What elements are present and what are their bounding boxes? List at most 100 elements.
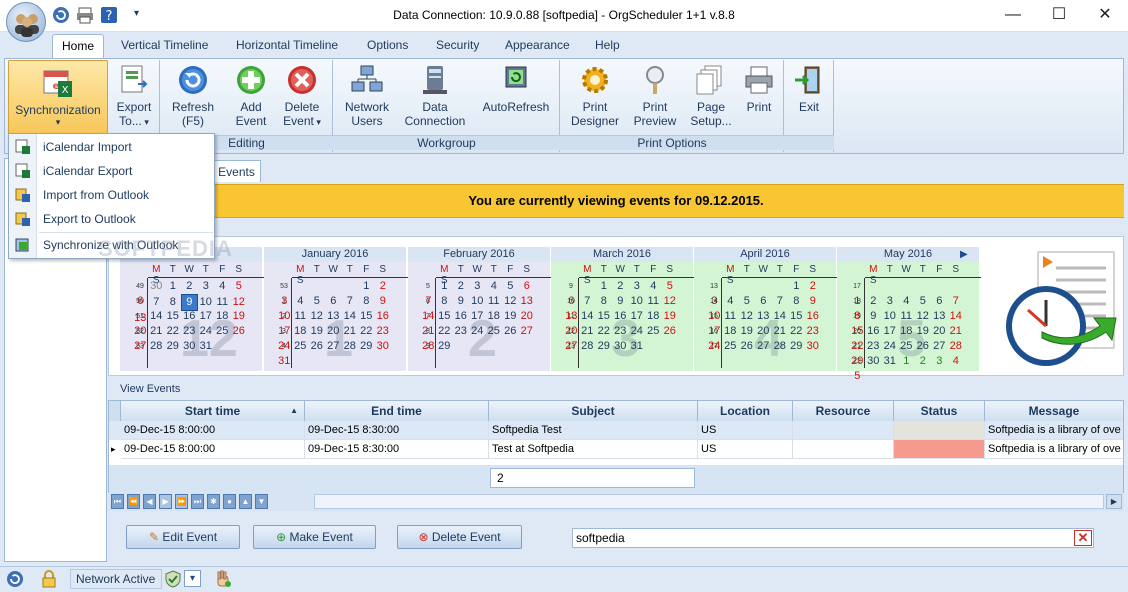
day-cell[interactable]: 18 xyxy=(486,309,503,324)
day-cell[interactable]: 25 xyxy=(292,339,309,354)
day-cell[interactable]: 16 xyxy=(453,309,470,324)
day-cell[interactable]: 5 xyxy=(502,279,519,294)
tab-options[interactable]: Options xyxy=(367,38,408,56)
day-cell[interactable]: 14 xyxy=(772,309,789,324)
tab-security[interactable]: Security xyxy=(436,38,479,56)
day-cell[interactable]: 9 xyxy=(865,309,882,324)
tab-home[interactable]: Home xyxy=(52,34,104,60)
day-cell[interactable]: 6 xyxy=(755,294,772,309)
insert-record-icon[interactable]: ✱ xyxy=(207,494,220,509)
day-cell[interactable]: 6 xyxy=(931,294,948,309)
app-orb-button[interactable] xyxy=(6,2,46,42)
day-cell[interactable]: 7 xyxy=(148,295,165,310)
hand-icon[interactable] xyxy=(214,570,232,588)
day-cell[interactable]: 14 xyxy=(579,309,596,324)
next-record-icon[interactable]: ▶ xyxy=(159,494,172,509)
day-cell[interactable]: 23 xyxy=(805,324,822,339)
day-cell[interactable]: 19 xyxy=(739,324,756,339)
tab-horizontal-timeline[interactable]: Horizontal Timeline xyxy=(236,38,338,56)
day-cell[interactable]: 29 xyxy=(165,339,182,354)
day-cell[interactable]: 14 xyxy=(948,309,965,324)
synchronization-button[interactable]: eX Synchronization ▾ xyxy=(8,60,108,134)
day-cell[interactable]: 31 xyxy=(629,339,646,354)
day-cell[interactable]: 9 xyxy=(805,294,822,309)
day-cell[interactable]: 11 xyxy=(214,295,231,310)
day-cell[interactable]: 12 xyxy=(662,294,679,309)
day-cell[interactable]: 1 xyxy=(788,279,805,294)
day-cell[interactable]: 13 xyxy=(519,294,536,309)
tab-vertical-timeline[interactable]: Vertical Timeline xyxy=(121,38,208,56)
day-cell[interactable]: 2 xyxy=(612,279,629,294)
day-cell[interactable]: 24 xyxy=(629,324,646,339)
cell-subject[interactable]: Softpedia Test xyxy=(489,421,698,440)
day-cell[interactable]: 26 xyxy=(915,339,932,354)
print-preview-button[interactable]: Print Preview xyxy=(630,64,680,128)
day-cell[interactable]: 24 xyxy=(469,324,486,339)
day-cell[interactable]: 16 xyxy=(375,309,392,324)
day-cell[interactable]: 29 xyxy=(788,339,805,354)
day-cell[interactable]: 24 xyxy=(198,324,215,339)
day-cell[interactable]: 13 xyxy=(755,309,772,324)
day-cell[interactable]: 9 xyxy=(375,294,392,309)
edit-event-button[interactable]: ✎ Edit Event xyxy=(126,525,240,549)
day-cell[interactable]: 28 xyxy=(342,339,359,354)
day-cell[interactable]: 26 xyxy=(662,324,679,339)
day-cell[interactable]: 5 xyxy=(915,294,932,309)
refresh-icon[interactable] xyxy=(6,570,24,588)
cell-status[interactable] xyxy=(894,440,985,459)
delete-event-button[interactable]: ⊗ Delete Event xyxy=(397,525,522,549)
day-cell[interactable]: 21 xyxy=(579,324,596,339)
day-cell[interactable]: 2 xyxy=(915,354,932,369)
day-cell[interactable]: 30 xyxy=(181,339,198,354)
page-setup-button[interactable]: Page Setup... xyxy=(686,64,736,128)
cell-end-time[interactable]: 09-Dec-15 8:30:00 xyxy=(305,440,489,459)
day-cell[interactable]: 15 xyxy=(436,309,453,324)
day-cell[interactable]: 19 xyxy=(662,309,679,324)
day-cell[interactable]: 21 xyxy=(948,324,965,339)
day-cell[interactable]: 25 xyxy=(214,324,231,339)
day-cell[interactable]: 27 xyxy=(325,339,342,354)
day-cell[interactable]: 1 xyxy=(358,279,375,294)
column-header-location[interactable]: Location xyxy=(698,401,793,421)
export-to-button[interactable]: Export To... ▾ xyxy=(110,64,158,129)
day-cell[interactable]: 30 xyxy=(612,339,629,354)
day-cell[interactable]: 4 xyxy=(292,294,309,309)
day-cell[interactable]: 26 xyxy=(502,324,519,339)
day-cell[interactable]: 22 xyxy=(436,324,453,339)
cell-resource[interactable] xyxy=(793,440,894,459)
day-cell[interactable]: 30 xyxy=(148,279,165,294)
day-cell[interactable]: 26 xyxy=(231,324,248,339)
day-cell[interactable]: 17 xyxy=(882,324,899,339)
cell-message[interactable]: Softpedia is a library of ove xyxy=(985,421,1123,440)
day-cell[interactable]: 19 xyxy=(231,309,248,324)
filter-icon[interactable]: ▼ xyxy=(255,494,268,509)
day-cell[interactable]: 12 xyxy=(309,309,326,324)
day-cell[interactable]: 25 xyxy=(898,339,915,354)
day-cell[interactable]: 21 xyxy=(148,324,165,339)
day-cell[interactable]: 16 xyxy=(865,324,882,339)
day-cell[interactable]: 29 xyxy=(358,339,375,354)
status-dropdown-icon[interactable]: ▾ xyxy=(184,570,201,587)
day-cell[interactable]: 30 xyxy=(805,339,822,354)
column-header-resource[interactable]: Resource xyxy=(793,401,894,421)
day-cell[interactable]: 18 xyxy=(722,324,739,339)
day-cell[interactable]: 18 xyxy=(898,324,915,339)
day-cell[interactable]: 5 xyxy=(231,279,248,294)
day-cell[interactable]: 11 xyxy=(645,294,662,309)
day-cell[interactable]: 10 xyxy=(469,294,486,309)
day-cell[interactable]: 3 xyxy=(931,354,948,369)
day-cell[interactable]: 3 xyxy=(198,279,215,294)
day-cell[interactable]: 12 xyxy=(915,309,932,324)
cell-message[interactable]: Softpedia is a library of ove xyxy=(985,440,1123,459)
day-cell[interactable]: 10 xyxy=(882,309,899,324)
day-cell[interactable]: 7 xyxy=(772,294,789,309)
lock-icon[interactable] xyxy=(40,570,58,588)
day-cell[interactable]: 15 xyxy=(596,309,613,324)
day-cell[interactable]: 15 xyxy=(165,309,182,324)
day-cell[interactable]: 18 xyxy=(645,309,662,324)
column-header-status[interactable]: Status xyxy=(894,401,985,421)
cell-start-time[interactable]: 09-Dec-15 8:00:00 xyxy=(121,440,305,459)
day-cell[interactable]: 25 xyxy=(486,324,503,339)
day-cell[interactable]: 31 xyxy=(198,339,215,354)
day-cell[interactable]: 28 xyxy=(579,339,596,354)
